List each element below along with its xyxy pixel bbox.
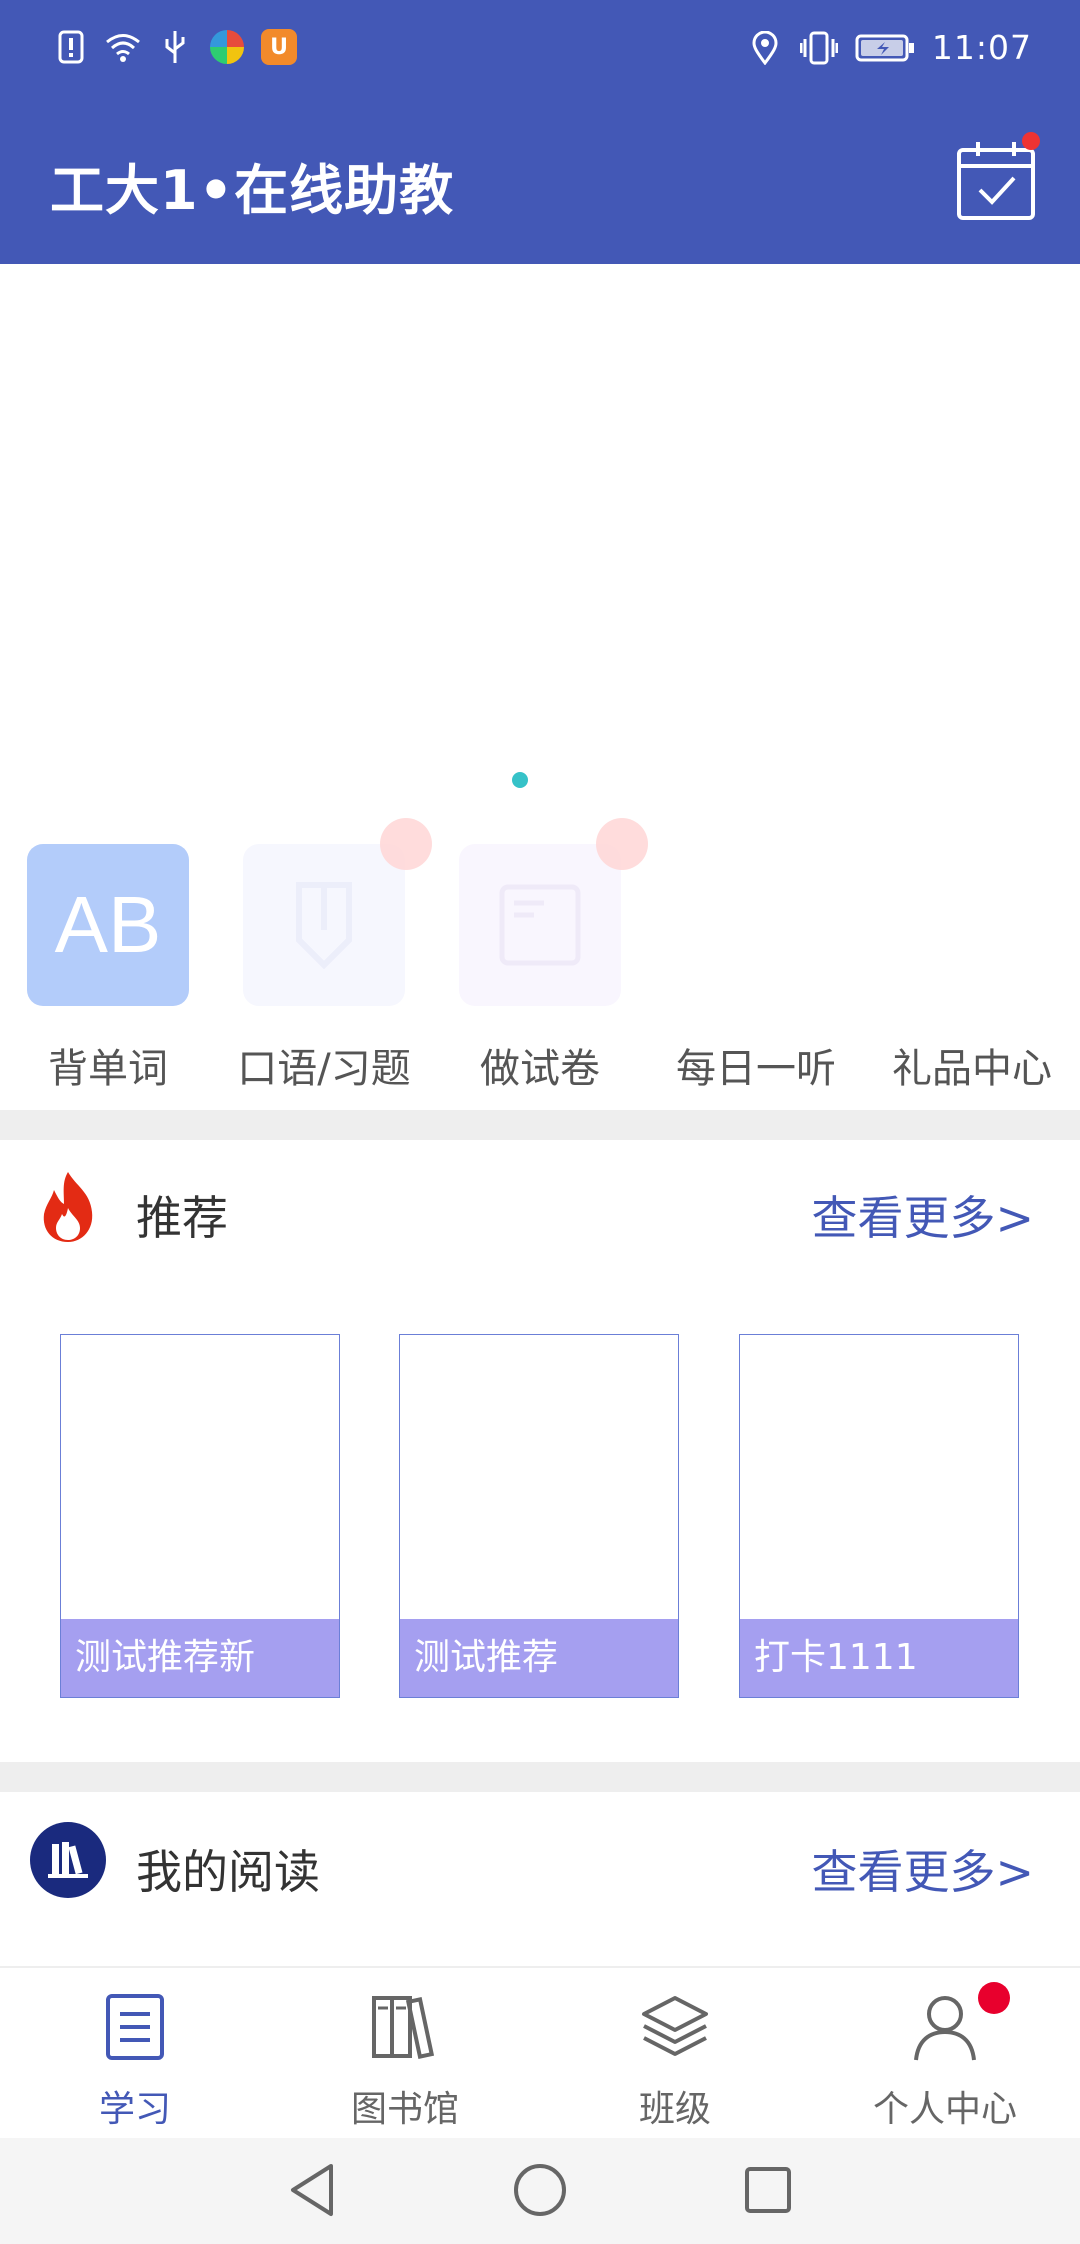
quick-menu-label: 每日一听 (676, 1046, 836, 1092)
nav-item-class[interactable]: 班级 (540, 1968, 810, 2140)
nav-label: 学习 (98, 2089, 171, 2130)
quick-menu-label: 口语/习题 (237, 1046, 411, 1092)
quick-menu-item-speaking[interactable]: 口语/习题 (216, 818, 432, 1108)
quick-menu: AB 背单词 口语/习题 做试卷 每日一听 礼品中心 (0, 818, 1080, 1108)
nav-label: 班级 (638, 2089, 711, 2130)
nav-label: 个人中心 (872, 2089, 1017, 2130)
recommend-cards: 测试推荐新 测试推荐 打卡1111 (0, 1334, 1080, 1700)
study-icon (100, 1992, 170, 2062)
profile-icon (910, 1992, 980, 2062)
quick-menu-label: 做试卷 (480, 1046, 600, 1092)
pencil-icon (243, 844, 405, 1006)
bottom-nav: 学习 图书馆 班级 个人中心 (0, 1966, 1080, 2138)
quick-menu-label: 背单词 (48, 1046, 168, 1092)
alert-icon (52, 28, 90, 66)
usb-icon (156, 28, 194, 66)
recommend-card-label: 测试推荐 (400, 1619, 678, 1697)
profile-notification-badge (978, 1982, 1010, 2014)
quick-menu-item-gift-center[interactable]: 礼品中心 (864, 818, 1080, 1108)
recommend-see-more-link[interactable]: 查看更多> (811, 1182, 1034, 1248)
reading-title: 我的阅读 (136, 1845, 320, 1899)
books-icon (30, 1822, 106, 1898)
uc-app-icon: U (260, 28, 298, 66)
home-button[interactable] (508, 2158, 572, 2222)
app-header: U 11:07 工大1•在线助教 (0, 0, 1080, 264)
reading-header: 我的阅读 查看更多> (0, 1792, 1080, 1932)
banner-indicator-dot (512, 772, 528, 788)
location-icon (746, 29, 784, 67)
battery-icon (854, 29, 916, 67)
calendar-notification-dot (1022, 132, 1040, 150)
status-right-icons: 11:07 (746, 28, 1032, 67)
calendar-check-icon (957, 142, 1035, 220)
quick-menu-item-exam[interactable]: 做试卷 (432, 818, 648, 1108)
quick-menu-badge (380, 818, 432, 870)
page: U 11:07 工大1•在线助教 AB 背单词 口语/习题 做试卷 每日一听 礼… (0, 0, 1080, 2244)
vibrate-icon (799, 29, 838, 67)
nav-label: 图书馆 (350, 2089, 459, 2130)
wifi-icon (104, 28, 142, 66)
nav-item-library[interactable]: 图书馆 (270, 1968, 540, 2140)
nav-item-profile[interactable]: 个人中心 (810, 1968, 1080, 2140)
nav-item-study[interactable]: 学习 (0, 1968, 270, 2140)
recents-square-icon (745, 2167, 791, 2213)
recents-button[interactable] (736, 2158, 800, 2222)
quick-menu-item-daily-listen[interactable]: 每日一听 (648, 818, 864, 1108)
recommend-card[interactable]: 打卡1111 (739, 1334, 1019, 1698)
recommend-card-label: 测试推荐新 (61, 1619, 339, 1697)
recommend-header: 推荐 查看更多> (0, 1140, 1080, 1280)
ab-icon: AB (27, 844, 189, 1006)
back-triangle-icon (291, 2164, 333, 2216)
section-divider (0, 1110, 1080, 1140)
browser-app-icon (208, 28, 246, 66)
quick-menu-label: 礼品中心 (892, 1046, 1052, 1092)
quick-menu-badge (596, 818, 648, 870)
quick-menu-item-vocabulary[interactable]: AB 背单词 (0, 818, 216, 1108)
back-button[interactable] (280, 2158, 344, 2222)
library-icon (370, 1992, 440, 2062)
recommend-card[interactable]: 测试推荐 (399, 1334, 679, 1698)
status-left-icons: U (52, 28, 298, 66)
section-divider (0, 1762, 1080, 1792)
recommend-title: 推荐 (136, 1191, 228, 1245)
exam-icon (459, 844, 621, 1006)
class-icon (640, 1992, 710, 2062)
recommend-card[interactable]: 测试推荐新 (60, 1334, 340, 1698)
recommend-card-label: 打卡1111 (740, 1619, 1018, 1697)
system-nav-bar (0, 2138, 1080, 2244)
home-circle-icon (514, 2164, 566, 2216)
status-bar: U 11:07 (0, 0, 1080, 96)
reading-see-more-link[interactable]: 查看更多> (811, 1836, 1034, 1902)
status-time: 11:07 (931, 28, 1032, 67)
banner-carousel[interactable] (0, 264, 1080, 804)
page-title: 工大1•在线助教 (50, 159, 455, 222)
calendar-check-button[interactable] (954, 138, 1038, 222)
flame-icon (30, 1168, 106, 1244)
